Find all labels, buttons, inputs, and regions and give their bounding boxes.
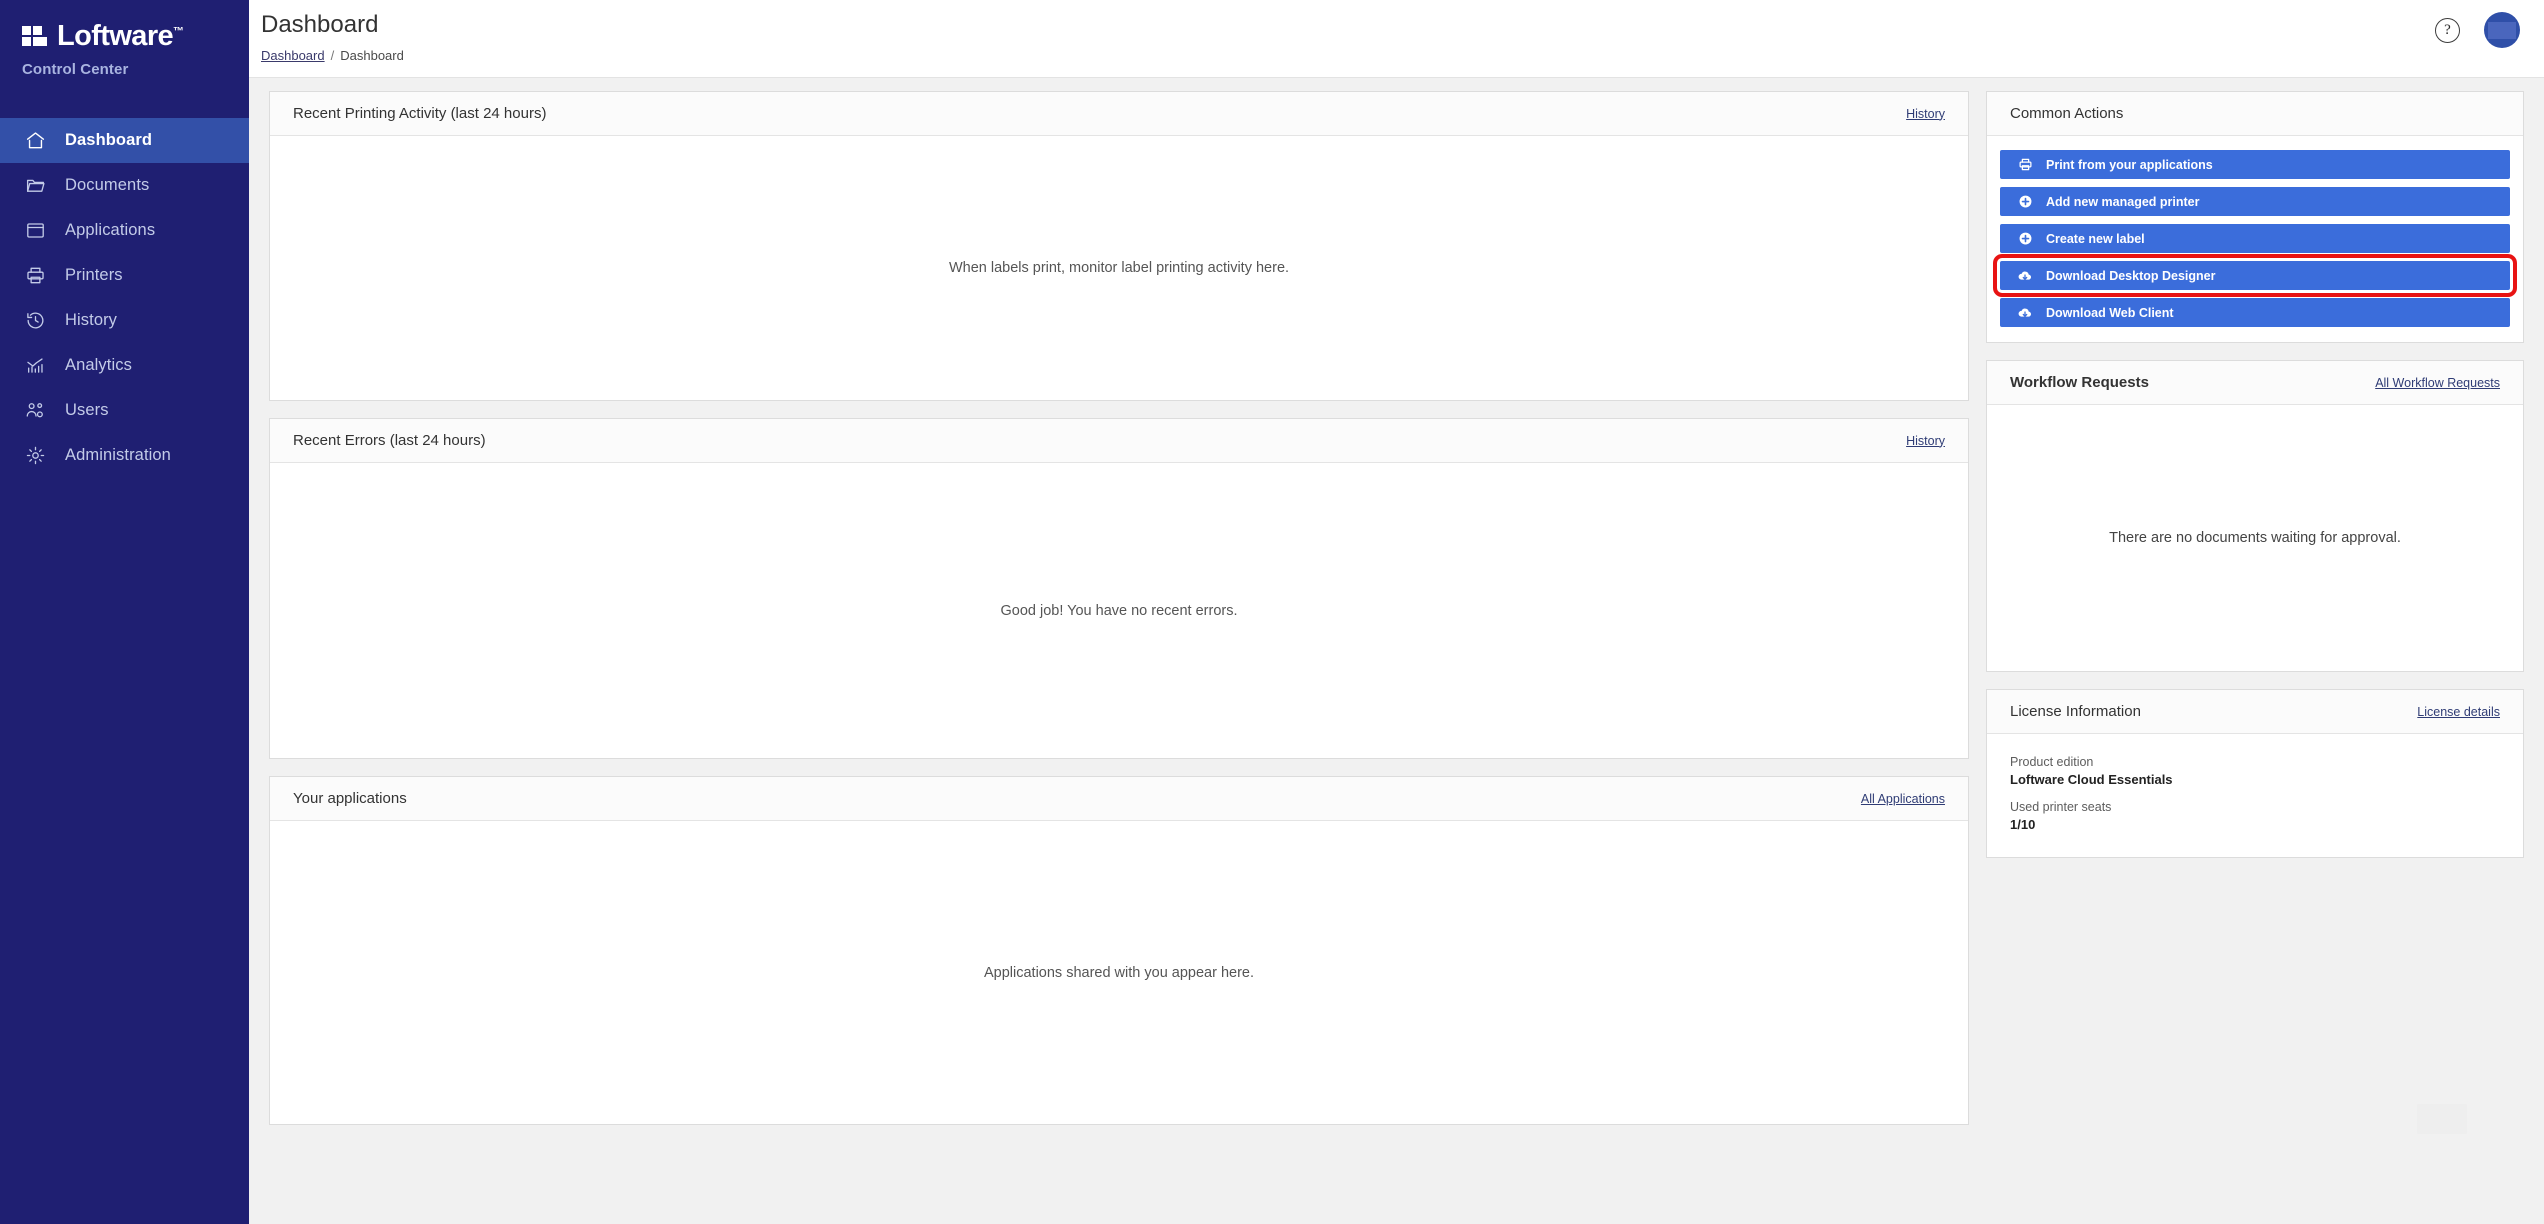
brand-block[interactable]: Loftware™ Control Center	[0, 0, 249, 98]
sidebar-item-label: Documents	[65, 176, 150, 194]
card-empty-state: When labels print, monitor label printin…	[948, 260, 1290, 276]
license-field-label: Used printer seats	[2010, 800, 2112, 814]
breadcrumb-root-link[interactable]: Dashboard	[261, 48, 325, 63]
cloud-download-icon	[2017, 305, 2033, 321]
card-header: Recent Printing Activity (last 24 hours)…	[270, 92, 1968, 136]
sidebar-item-history[interactable]: History	[0, 298, 249, 343]
card-header: Recent Errors (last 24 hours) History	[270, 419, 1968, 463]
sidebar-item-label: Administration	[65, 446, 171, 464]
action-download-web-client[interactable]: Download Web Client	[2000, 298, 2510, 327]
all-workflow-requests-link[interactable]: All Workflow Requests	[2375, 376, 2500, 390]
sidebar-item-label: Printers	[65, 266, 123, 284]
side-column: Common Actions Print from your applicati…	[1986, 91, 2524, 858]
card-empty-state: Applications shared with you appear here…	[983, 964, 1255, 981]
sidebar-item-users[interactable]: Users	[0, 388, 249, 433]
sidebar-item-label: Users	[65, 401, 109, 419]
sidebar-item-administration[interactable]: Administration	[0, 433, 249, 478]
card-empty-state: Good job! You have no recent errors.	[1000, 602, 1238, 619]
brand-subtitle: Control Center	[22, 61, 129, 78]
common-actions-list: Print from your applications Add new man…	[1987, 136, 2523, 342]
brand-name: Loftware™	[57, 20, 184, 52]
breadcrumb: Dashboard / Dashboard	[261, 48, 404, 63]
gear-icon	[24, 445, 46, 467]
license-field-value: Loftware Cloud Essentials	[2010, 772, 2173, 787]
card-title: License Information	[2010, 703, 2141, 720]
top-bar-left: Dashboard Dashboard / Dashboard	[249, 0, 404, 63]
card-title: Your applications	[293, 790, 407, 807]
sidebar-item-documents[interactable]: Documents	[0, 163, 249, 208]
faded-widget-placeholder	[2417, 1104, 2467, 1134]
recent-errors-history-link[interactable]: History	[1906, 434, 1945, 448]
action-label: Print from your applications	[2046, 157, 2213, 172]
card-title: Workflow Requests	[2010, 374, 2149, 391]
sidebar-item-dashboard[interactable]: Dashboard	[0, 118, 249, 163]
card-recent-printing-activity: Recent Printing Activity (last 24 hours)…	[269, 91, 1969, 401]
card-common-actions: Common Actions Print from your applicati…	[1986, 91, 2524, 343]
card-workflow-requests: Workflow Requests All Workflow Requests …	[1986, 360, 2524, 672]
clock-back-icon	[24, 310, 46, 332]
home-icon	[24, 130, 46, 152]
license-fields: Product edition Loftware Cloud Essential…	[1987, 734, 2523, 857]
card-license-information: License Information License details Prod…	[1986, 689, 2524, 858]
sidebar-item-label: Dashboard	[65, 131, 153, 149]
card-your-applications: Your applications All Applications Appli…	[269, 776, 1969, 1125]
action-label: Download Web Client	[2046, 305, 2174, 320]
card-header: License Information License details	[1987, 690, 2523, 734]
breadcrumb-separator: /	[330, 47, 335, 63]
printer-icon	[24, 265, 46, 287]
action-label: Add new managed printer	[2046, 194, 2200, 209]
app-stage: Dashboard Dashboard / Dashboard ? Recent P…	[249, 0, 2544, 1224]
card-recent-errors: Recent Errors (last 24 hours) History Go…	[269, 418, 1969, 759]
printing-activity-history-link[interactable]: History	[1906, 107, 1945, 121]
folder-icon	[24, 175, 46, 197]
loftware-squares-logo-icon	[22, 25, 48, 48]
action-download-desktop-designer[interactable]: Download Desktop Designer	[1993, 254, 2517, 297]
sidebar: Loftware™ Control Center Dashboard Docum…	[0, 0, 249, 1224]
sidebar-item-printers[interactable]: Printers	[0, 253, 249, 298]
all-applications-link[interactable]: All Applications	[1861, 792, 1945, 806]
action-add-new-managed-printer[interactable]: Add new managed printer	[2000, 187, 2510, 216]
card-header: Your applications All Applications	[270, 777, 1968, 821]
sidebar-item-label: History	[65, 311, 118, 329]
sidebar-item-label: Applications	[65, 221, 156, 239]
card-title: Recent Errors (last 24 hours)	[293, 432, 486, 449]
action-create-new-label[interactable]: Create new label	[2000, 224, 2510, 253]
avatar[interactable]	[2484, 12, 2520, 48]
plus-circle-icon	[2017, 194, 2033, 210]
license-details-link[interactable]: License details	[2417, 705, 2500, 719]
card-header: Workflow Requests All Workflow Requests	[1987, 361, 2523, 405]
main-column: Recent Printing Activity (last 24 hours)…	[269, 91, 1969, 1125]
breadcrumb-current: Dashboard	[340, 47, 404, 63]
sidebar-item-analytics[interactable]: Analytics	[0, 343, 249, 388]
trademark-symbol: ™	[173, 25, 184, 38]
card-title: Recent Printing Activity (last 24 hours)	[293, 105, 547, 122]
action-label: Create new label	[2046, 231, 2145, 246]
question-mark-circle-icon[interactable]: ?	[2435, 17, 2460, 43]
plus-circle-icon	[2017, 231, 2033, 247]
dashboard-content: Recent Printing Activity (last 24 hours)…	[249, 78, 2544, 1224]
action-print-from-your-applications[interactable]: Print from your applications	[2000, 150, 2510, 179]
action-label: Download Desktop Designer	[2046, 268, 2216, 283]
bar-chart-icon	[24, 355, 46, 377]
license-field-label: Product edition	[2010, 755, 2094, 769]
card-title: Common Actions	[2010, 105, 2124, 122]
window-icon	[24, 220, 46, 242]
page-title: Dashboard	[261, 11, 379, 38]
card-empty-state: There are no documents waiting for appro…	[2109, 530, 2401, 546]
users-gear-icon	[24, 400, 46, 422]
license-field-value: 1/10	[2010, 817, 2036, 832]
top-bar: Dashboard Dashboard / Dashboard ?	[249, 0, 2544, 78]
printer-icon	[2017, 157, 2033, 173]
top-bar-right: ?	[2411, 0, 2544, 60]
cloud-download-icon	[2017, 268, 2033, 284]
card-header: Common Actions	[1987, 92, 2523, 136]
sidebar-item-applications[interactable]: Applications	[0, 208, 249, 253]
sidebar-nav: Dashboard Documents Applications Printer…	[0, 118, 249, 478]
sidebar-item-label: Analytics	[65, 356, 132, 374]
